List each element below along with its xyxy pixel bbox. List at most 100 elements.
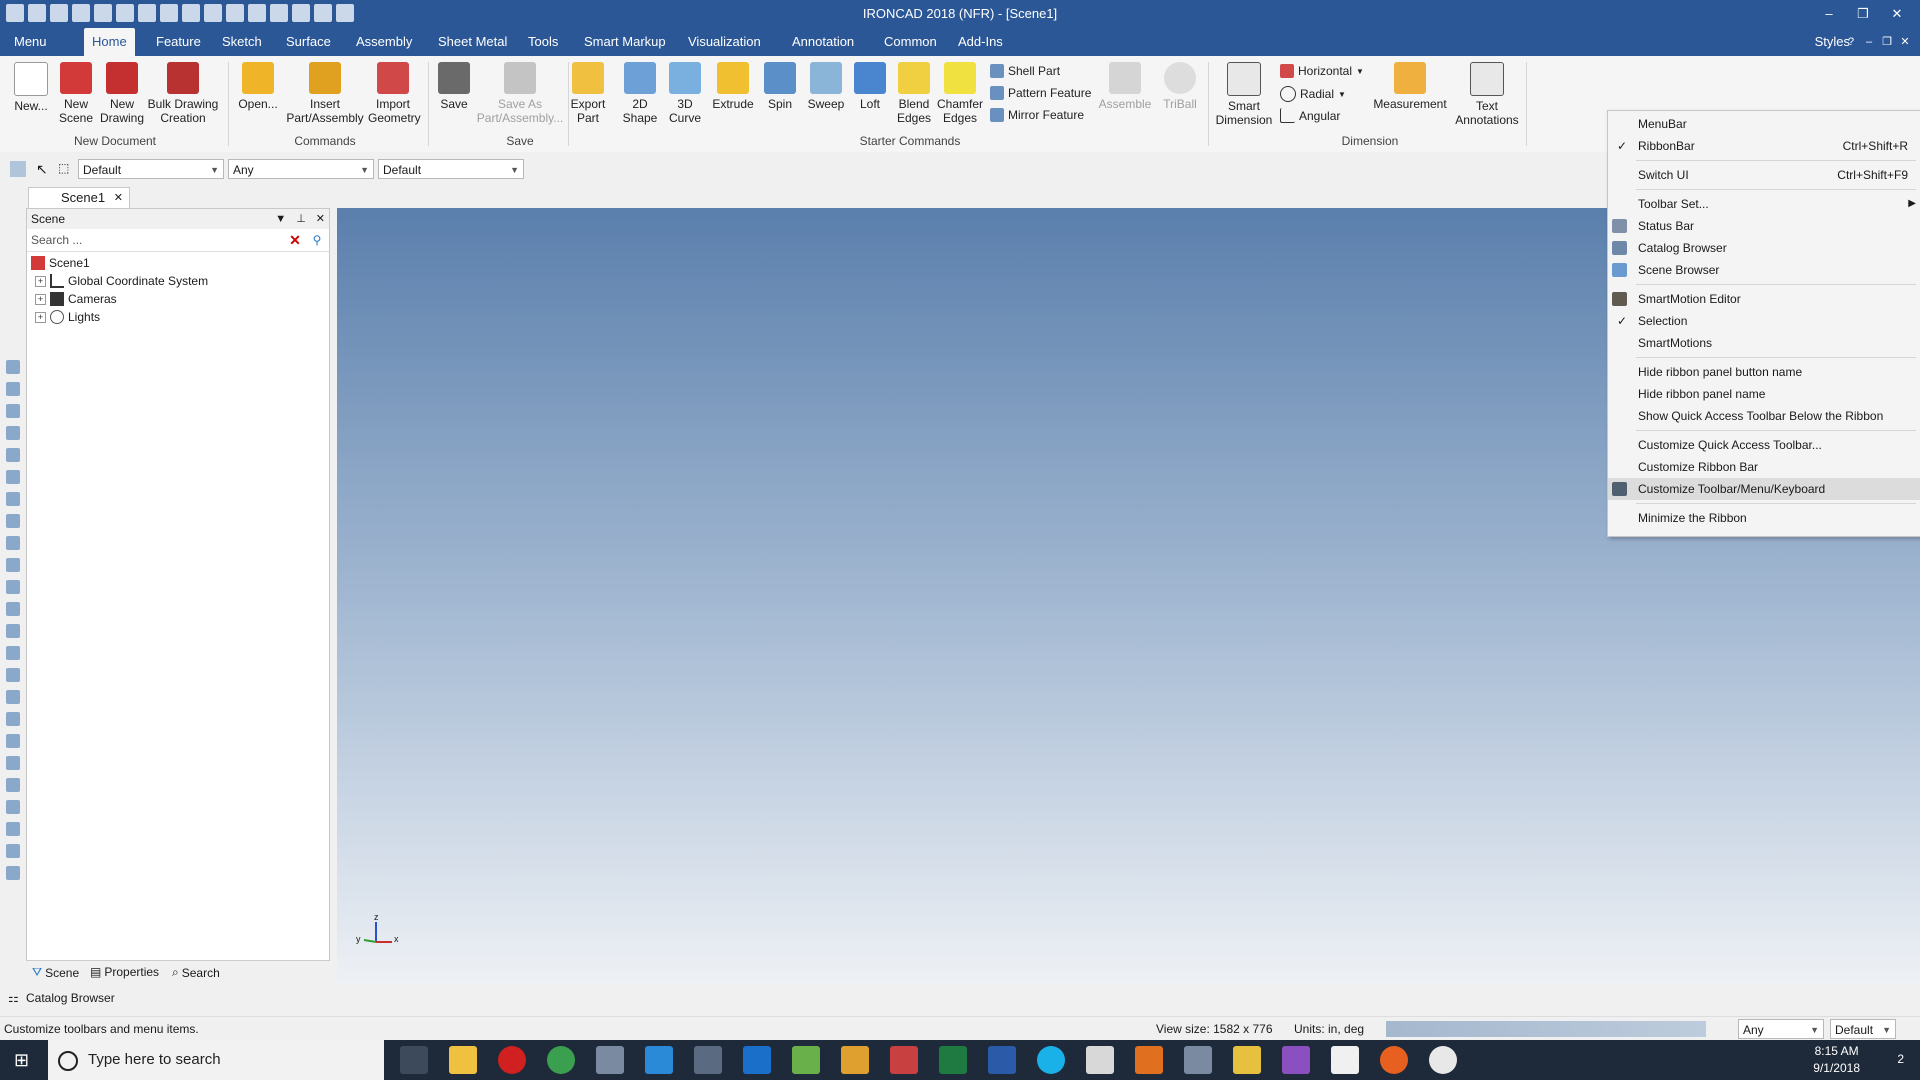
- tool-icon[interactable]: [6, 668, 20, 682]
- minimize-icon[interactable]: –: [1812, 0, 1846, 28]
- spin-button[interactable]: Spin: [762, 62, 798, 111]
- scene-footer-tab[interactable]: ⛛ Scene: [32, 965, 79, 980]
- firefox-icon[interactable]: [1380, 1046, 1408, 1074]
- app-icon[interactable]: [1184, 1046, 1212, 1074]
- menu-item-show-qat-below-ribbon[interactable]: Show Quick Access Toolbar Below the Ribb…: [1608, 405, 1920, 427]
- tab-menu[interactable]: Menu: [6, 28, 55, 56]
- tab-feature[interactable]: Feature: [148, 28, 209, 56]
- excel-icon[interactable]: [939, 1046, 967, 1074]
- tab-smart-markup[interactable]: Smart Markup: [576, 28, 674, 56]
- 3d-curve-button[interactable]: 3D Curve: [664, 62, 706, 125]
- app-icon[interactable]: [645, 1046, 673, 1074]
- insert-part-button[interactable]: Insert Part/Assembly: [282, 62, 368, 125]
- menu-item-scene-browser[interactable]: Scene Browser: [1608, 259, 1920, 281]
- tool-icon[interactable]: [6, 866, 20, 880]
- app-icon[interactable]: [792, 1046, 820, 1074]
- menu-item-minimize-ribbon[interactable]: Minimize the Ribbon: [1608, 507, 1920, 529]
- measurement-button[interactable]: Measurement: [1370, 62, 1450, 111]
- menu-item-customize-ribbon-bar[interactable]: Customize Ribbon Bar: [1608, 456, 1920, 478]
- tool-icon[interactable]: [6, 404, 20, 418]
- tool-icon[interactable]: [6, 448, 20, 462]
- app-icon[interactable]: [1135, 1046, 1163, 1074]
- taskbar-search-input[interactable]: Type here to search: [48, 1040, 384, 1080]
- app-icon[interactable]: [1282, 1046, 1310, 1074]
- pointer-icon[interactable]: ↖: [36, 161, 50, 177]
- status-combo-any[interactable]: Any ▼: [1738, 1019, 1824, 1039]
- new-drawing-button[interactable]: New Drawing: [100, 62, 144, 125]
- chamfer-edges-button[interactable]: Chamfer Edges: [936, 62, 984, 125]
- selection-filter-icon[interactable]: [10, 161, 26, 177]
- save-as-button[interactable]: Save As Part/Assembly...: [474, 62, 566, 125]
- select-box-icon[interactable]: ⬚: [58, 161, 74, 177]
- opera-icon[interactable]: [498, 1046, 526, 1074]
- export-part-button[interactable]: Export Part: [568, 62, 608, 125]
- windows-start-icon[interactable]: ⊞: [14, 1050, 34, 1070]
- shell-part-button[interactable]: Shell Part: [990, 64, 1060, 78]
- new-scene-button[interactable]: New Scene: [56, 62, 96, 125]
- menu-item-ribbonbar[interactable]: ✓ RibbonBar Ctrl+Shift+R: [1608, 135, 1920, 157]
- triball-button[interactable]: TriBall: [1160, 62, 1200, 111]
- menu-item-status-bar[interactable]: Status Bar: [1608, 215, 1920, 237]
- tool-icon[interactable]: [6, 536, 20, 550]
- menu-item-customize-qat[interactable]: Customize Quick Access Toolbar...: [1608, 434, 1920, 456]
- app-icon[interactable]: [694, 1046, 722, 1074]
- document-tab-scene1[interactable]: Scene1 ✕: [28, 187, 130, 208]
- close-icon[interactable]: ✕: [316, 209, 325, 229]
- menu-item-menubar[interactable]: MenuBar: [1608, 113, 1920, 135]
- ironcad-icon[interactable]: [596, 1046, 624, 1074]
- tree-node-cameras[interactable]: + Cameras: [35, 292, 117, 306]
- import-geometry-button[interactable]: Import Geometry: [368, 62, 421, 125]
- menu-item-hide-ribbon-button-name[interactable]: Hide ribbon panel button name: [1608, 361, 1920, 383]
- word-icon[interactable]: [988, 1046, 1016, 1074]
- properties-footer-tab[interactable]: ▤ Properties: [90, 965, 159, 979]
- tool-icon[interactable]: [6, 712, 20, 726]
- tab-sheet-metal[interactable]: Sheet Metal: [430, 28, 515, 56]
- expand-icon[interactable]: +: [35, 311, 46, 323]
- menu-item-catalog-browser[interactable]: Catalog Browser: [1608, 237, 1920, 259]
- tool-icon[interactable]: [6, 844, 20, 858]
- tool-icon[interactable]: [6, 800, 20, 814]
- close-icon[interactable]: ✕: [1880, 0, 1914, 28]
- blend-edges-button[interactable]: Blend Edges: [894, 62, 934, 125]
- new-button[interactable]: New...: [10, 62, 52, 113]
- tool-icon[interactable]: [6, 822, 20, 836]
- pattern-feature-button[interactable]: Pattern Feature: [990, 86, 1091, 100]
- catalog-browser-bar[interactable]: ⚏ Catalog Browser: [0, 988, 1920, 1008]
- radial-dimension-button[interactable]: Radial ▼: [1280, 86, 1346, 102]
- onedrive-icon[interactable]: [1429, 1046, 1457, 1074]
- menu-item-switch-ui[interactable]: Switch UI Ctrl+Shift+F9: [1608, 164, 1920, 186]
- minimize-icon[interactable]: –: [1860, 28, 1878, 56]
- restore-icon[interactable]: ❐: [1846, 0, 1880, 28]
- filter-icon[interactable]: ⚲: [309, 232, 325, 248]
- 2d-shape-button[interactable]: 2D Shape: [618, 62, 662, 125]
- tree-node-lights[interactable]: + Lights: [35, 310, 100, 324]
- tool-icon[interactable]: [6, 470, 20, 484]
- tool-icon[interactable]: [6, 580, 20, 594]
- search-footer-tab[interactable]: ⌕ Search: [172, 965, 220, 980]
- selection-combo-1[interactable]: Default ▼: [78, 159, 224, 179]
- scene-search-input[interactable]: Search ... ✕ ⚲: [27, 229, 329, 252]
- tab-tools[interactable]: Tools: [520, 28, 566, 56]
- menu-item-hide-ribbon-panel-name[interactable]: Hide ribbon panel name: [1608, 383, 1920, 405]
- mirror-feature-button[interactable]: Mirror Feature: [990, 108, 1084, 122]
- system-clock[interactable]: 8:15 AM 9/1/2018: [1813, 1040, 1860, 1077]
- extrude-button[interactable]: Extrude: [710, 62, 756, 111]
- tool-icon[interactable]: [6, 492, 20, 506]
- selection-combo-3[interactable]: Default ▼: [378, 159, 524, 179]
- expand-icon[interactable]: +: [35, 275, 46, 287]
- tool-icon[interactable]: [6, 360, 20, 374]
- app-icon[interactable]: [1233, 1046, 1261, 1074]
- selection-combo-2[interactable]: Any ▼: [228, 159, 374, 179]
- smart-dimension-button[interactable]: Smart Dimension: [1214, 62, 1274, 127]
- tab-assembly[interactable]: Assembly: [348, 28, 420, 56]
- angular-dimension-button[interactable]: Angular: [1280, 108, 1340, 123]
- menu-item-customize-toolbar-menu-keyboard[interactable]: Customize Toolbar/Menu/Keyboard: [1608, 478, 1920, 500]
- tool-icon[interactable]: [6, 734, 20, 748]
- tab-sketch[interactable]: Sketch: [214, 28, 270, 56]
- menu-item-smartmotion-editor[interactable]: SmartMotion Editor: [1608, 288, 1920, 310]
- tab-home[interactable]: Home: [84, 28, 135, 56]
- tool-icon[interactable]: [6, 514, 20, 528]
- tab-add-ins[interactable]: Add-Ins: [950, 28, 1011, 56]
- pin-icon[interactable]: ⊥: [296, 209, 306, 229]
- file-explorer-icon[interactable]: [449, 1046, 477, 1074]
